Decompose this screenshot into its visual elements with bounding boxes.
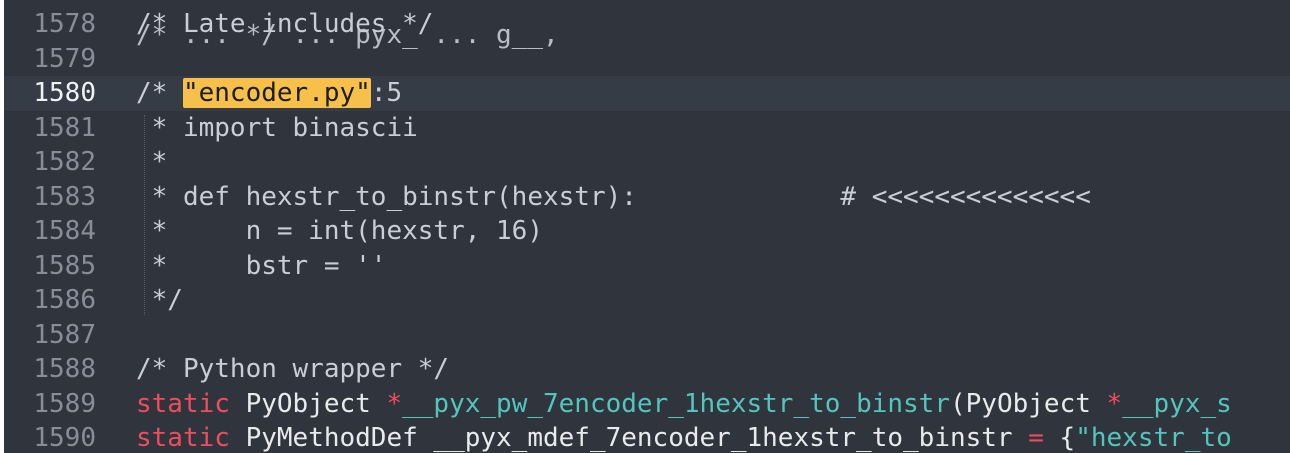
line-number[interactable]: 1587 bbox=[4, 318, 96, 353]
line-code[interactable]: /* Late includes */ bbox=[136, 7, 433, 42]
code-token: * bstr = '' bbox=[136, 250, 387, 281]
code-token: = bbox=[1028, 423, 1044, 453]
line-code[interactable]: * bstr = '' bbox=[136, 249, 387, 284]
line-number[interactable]: 1578 bbox=[4, 7, 96, 42]
line-code[interactable]: /* Python wrapper */ bbox=[136, 352, 449, 387]
line-number[interactable]: 1584 bbox=[4, 214, 96, 249]
code-line-1578[interactable]: 1578 /* Late includes */ bbox=[4, 7, 1290, 42]
line-number[interactable]: 1585 bbox=[4, 249, 96, 284]
code-token: __pyx_s bbox=[1122, 388, 1232, 419]
line-code[interactable]: static PyObject *__pyx_pw_7encoder_1hexs… bbox=[136, 387, 1232, 422]
line-code[interactable]: /* "encoder.py":5 bbox=[136, 76, 402, 111]
search-match-highlight: "encoder.py" bbox=[182, 78, 371, 108]
code-token: "hexstr_to bbox=[1075, 423, 1232, 453]
indent-guide bbox=[144, 115, 145, 315]
code-line-1590[interactable]: 1590 static PyMethodDef __pyx_mdef_7encod… bbox=[4, 421, 1290, 453]
line-number[interactable]: 1586 bbox=[4, 283, 96, 318]
code-editor[interactable]: /* ... */ ... pyx_ ... g__, 1578/* Late … bbox=[4, 0, 1290, 453]
code-line-1581[interactable]: 1581 * import binascii bbox=[4, 111, 1290, 146]
code-line-1586[interactable]: 1586 */ bbox=[4, 283, 1290, 318]
code-token: :5 bbox=[370, 78, 403, 108]
code-line-1583[interactable]: 1583 * def hexstr_to_binstr(hexstr): # <… bbox=[4, 180, 1290, 215]
code-line-1584[interactable]: 1584 * n = int(hexstr, 16) bbox=[4, 214, 1290, 249]
code-token: PyObject bbox=[229, 388, 387, 419]
code-token: /* Python wrapper */ bbox=[136, 354, 450, 384]
line-code[interactable]: * def hexstr_to_binstr(hexstr): # <<<<<<… bbox=[136, 180, 1091, 215]
code-token: * bbox=[1106, 388, 1123, 419]
line-number[interactable]: 1582 bbox=[4, 145, 96, 180]
code-token: __pyx_pw_7encoder_1hexstr_to_binstr bbox=[402, 388, 950, 419]
code-token: * bbox=[386, 388, 403, 419]
code-line-1579[interactable]: 1579 bbox=[4, 42, 1290, 77]
code-line-1585[interactable]: 1585 * bstr = '' bbox=[4, 249, 1290, 284]
code-line-1580[interactable]: 1580 /* "encoder.py":5 bbox=[4, 76, 1290, 111]
line-number[interactable]: 1589 bbox=[4, 387, 96, 422]
line-number[interactable]: 1588 bbox=[4, 352, 96, 387]
line-code[interactable]: * n = int(hexstr, 16) bbox=[136, 214, 543, 249]
line-number[interactable]: 1579 bbox=[4, 42, 96, 77]
code-token: static bbox=[136, 423, 230, 453]
code-token: static bbox=[136, 388, 230, 419]
code-line-1582[interactable]: 1582 * bbox=[4, 145, 1290, 180]
line-number[interactable]: 1580 bbox=[4, 76, 96, 111]
code-token: * bbox=[136, 147, 168, 177]
code-token: /* Late includes */ bbox=[136, 9, 434, 39]
code-token: { bbox=[1043, 423, 1076, 453]
code-token: * def hexstr_to_binstr(hexstr): # <<<<<<… bbox=[136, 181, 1091, 212]
code-token: * import binascii bbox=[136, 112, 418, 143]
code-line-1588[interactable]: 1588 /* Python wrapper */ bbox=[4, 352, 1290, 387]
code-token: PyMethodDef __pyx_mdef_7encoder_1hexstr_… bbox=[229, 423, 1029, 453]
line-code[interactable]: * import binascii bbox=[136, 111, 418, 146]
line-code[interactable]: static PyMethodDef __pyx_mdef_7encoder_1… bbox=[136, 421, 1232, 453]
line-number[interactable]: 1590 bbox=[4, 421, 96, 453]
code-token: /* bbox=[136, 78, 183, 108]
line-number[interactable]: 1583 bbox=[4, 180, 96, 215]
code-line-1589[interactable]: 1589 static PyObject *__pyx_pw_7encoder_1… bbox=[4, 387, 1290, 422]
line-number[interactable]: 1581 bbox=[4, 111, 96, 146]
line-code[interactable]: * bbox=[136, 145, 168, 180]
code-token: * n = int(hexstr, 16) bbox=[136, 216, 543, 246]
code-line-1587[interactable]: 1587 bbox=[4, 318, 1290, 353]
code-token: (PyObject bbox=[950, 388, 1107, 419]
